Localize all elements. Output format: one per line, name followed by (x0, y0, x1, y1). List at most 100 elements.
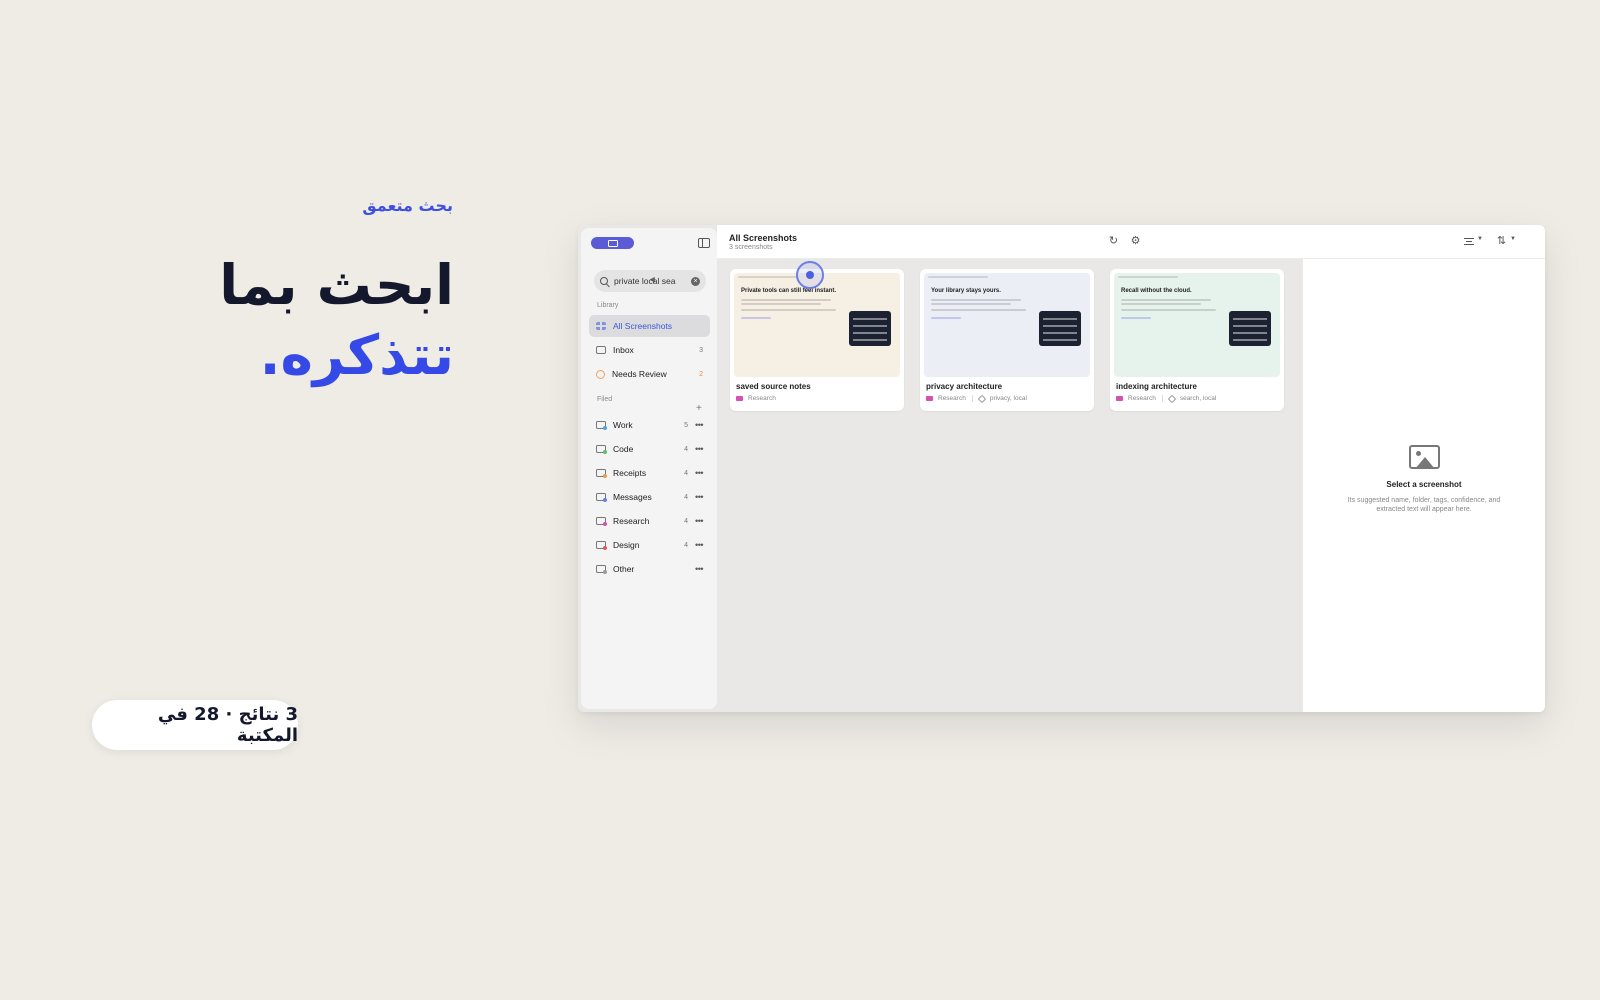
screenshot-count: 3 screenshots (729, 244, 773, 251)
sidebar-item-label: Other (613, 564, 635, 574)
screenshot-card[interactable]: Private tools can still feel instant. sa… (730, 269, 904, 411)
item-count: 4 (684, 445, 688, 453)
chevron-down-icon: ▼ (1510, 236, 1516, 242)
folder-icon (926, 396, 933, 401)
card-folder: Research (748, 395, 776, 402)
headline: ابحث بما تتذكره. (160, 250, 454, 390)
sort-icon[interactable]: ⇅ (1496, 236, 1507, 247)
page-title: All Screenshots (729, 233, 798, 243)
item-count: 3 (699, 346, 703, 354)
sidebar-item-needs-review[interactable]: Needs Review 2 (589, 363, 710, 385)
filter-icon[interactable] (1464, 238, 1474, 245)
more-icon[interactable]: ••• (693, 540, 703, 550)
app-window: private local sea × Library All Screensh… (578, 225, 1545, 712)
tag-icon (977, 394, 987, 403)
card-title: saved source notes (736, 382, 811, 391)
library-section-label: Library (597, 302, 619, 309)
sidebar-item-label: Research (613, 516, 650, 526)
card-meta: Research privacy, local (926, 394, 1027, 403)
card-folder: Research (938, 395, 966, 402)
refresh-icon[interactable]: ↻ (1108, 236, 1119, 247)
sidebar-item-other[interactable]: Other ••• (589, 558, 710, 580)
item-count: 4 (684, 469, 688, 477)
filed-section-label: Filed (597, 396, 613, 403)
detail-description: Its suggested name, folder, tags, confid… (1347, 497, 1501, 513)
folder-icon (596, 445, 607, 454)
gear-icon[interactable]: ⚙ (1130, 236, 1141, 247)
card-meta: Research search, local (1116, 394, 1217, 403)
plus-icon[interactable]: + (696, 403, 702, 414)
detail-title: Select a screenshot (1386, 480, 1462, 489)
screenshot-card[interactable]: Your library stays yours. privacy archit… (920, 269, 1094, 411)
sidebar-item-code[interactable]: Code 4 ••• (589, 438, 710, 460)
sidebar-item-all-screenshots[interactable]: All Screenshots (589, 315, 710, 337)
thumbnail-headline: Your library stays yours. (931, 288, 1001, 294)
eyebrow-label: بحث متعمق (362, 196, 453, 215)
results-count-pill: 3 نتائج · 28 في المكتبة (92, 700, 298, 750)
thumbnail-headline: Recall without the cloud. (1121, 288, 1192, 294)
headline-line-1: ابحث بما (219, 253, 454, 317)
card-folder: Research (1128, 395, 1156, 402)
card-meta: Research (736, 395, 776, 402)
sidebar-item-label: Needs Review (612, 369, 667, 379)
detail-pane: Select a screenshot Its suggested name, … (1303, 259, 1545, 712)
sidebar-item-label: Receipts (613, 468, 647, 478)
more-icon[interactable]: ••• (693, 420, 703, 430)
card-tags: privacy, local (989, 395, 1027, 402)
folder-icon (596, 565, 607, 574)
screenshot-thumbnail: Private tools can still feel instant. (734, 273, 900, 377)
app-logo-button[interactable] (591, 237, 634, 249)
more-icon[interactable]: ••• (693, 444, 703, 454)
chevron-down-icon: ▼ (1477, 236, 1483, 242)
screenshot-thumbnail: Recall without the cloud. (1114, 273, 1280, 377)
search-icon (600, 277, 608, 285)
more-icon[interactable]: ••• (693, 492, 703, 502)
click-indicator (796, 261, 824, 289)
card-tags: search, local (1179, 395, 1217, 402)
more-icon[interactable]: ••• (693, 468, 703, 478)
screenshot-icon (607, 239, 618, 247)
toolbar: All Screenshots 3 screenshots ↻ ⚙ ▼ ⇅ ▼ (717, 225, 1545, 259)
folder-icon (1116, 396, 1123, 401)
image-icon (1409, 445, 1440, 469)
sidebar-item-messages[interactable]: Messages 4 ••• (589, 486, 710, 508)
sidebar-toggle-icon[interactable] (698, 238, 710, 248)
sidebar-item-work[interactable]: Work 5 ••• (589, 414, 710, 436)
folder-icon (596, 421, 607, 430)
alert-icon (596, 369, 605, 379)
more-icon[interactable]: ••• (693, 564, 703, 574)
sidebar-item-inbox[interactable]: Inbox 3 (589, 339, 710, 361)
folder-icon (596, 469, 607, 478)
tag-icon (1167, 394, 1177, 403)
sidebar-item-design[interactable]: Design 4 ••• (589, 534, 710, 556)
item-count: 4 (684, 517, 688, 525)
card-title: privacy architecture (926, 382, 1003, 391)
sidebar-item-research[interactable]: Research 4 ••• (589, 510, 710, 532)
grid-icon (596, 322, 606, 330)
sidebar: private local sea × Library All Screensh… (581, 228, 717, 709)
headline-line-2: تتذكره. (259, 323, 454, 387)
sidebar-item-label: Inbox (613, 345, 634, 355)
clear-search-icon[interactable]: × (691, 276, 700, 286)
more-icon[interactable]: ••• (693, 516, 703, 526)
folder-icon (596, 517, 607, 526)
inbox-icon (596, 346, 606, 354)
item-count: 4 (684, 541, 688, 549)
sidebar-item-label: Design (613, 540, 640, 550)
sidebar-item-label: Code (613, 444, 634, 454)
sidebar-item-receipts[interactable]: Receipts 4 ••• (589, 462, 710, 484)
folder-icon (736, 396, 743, 401)
item-count: 4 (684, 493, 688, 501)
sidebar-item-label: Work (613, 420, 633, 430)
card-title: indexing architecture (1116, 382, 1197, 391)
screenshot-card[interactable]: Recall without the cloud. indexing archi… (1110, 269, 1284, 411)
folder-icon (596, 493, 607, 502)
item-count: 5 (684, 421, 688, 429)
folder-icon (596, 541, 607, 550)
screenshot-thumbnail: Your library stays yours. (924, 273, 1090, 377)
search-field[interactable]: private local sea × (594, 270, 706, 292)
sidebar-item-label: All Screenshots (613, 321, 673, 331)
sidebar-item-label: Messages (613, 492, 652, 502)
thumbnail-headline: Private tools can still feel instant. (741, 288, 837, 294)
item-count: 2 (699, 370, 703, 378)
